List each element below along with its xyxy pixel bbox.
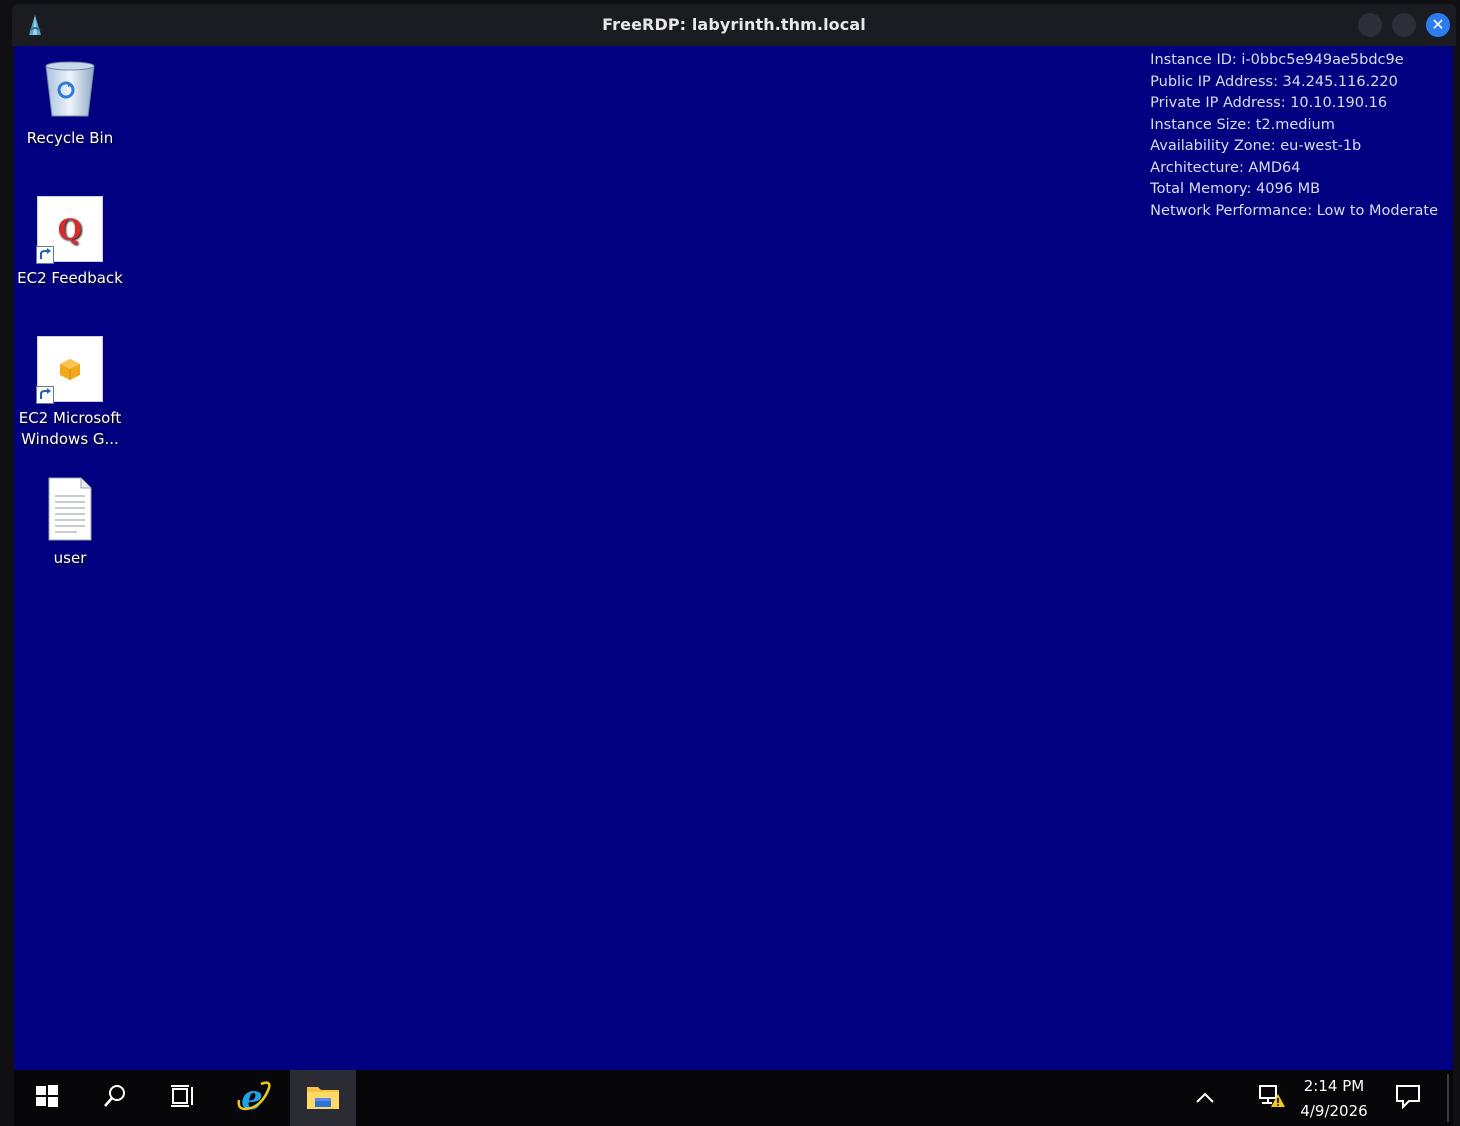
internet-explorer-icon: e xyxy=(235,1078,271,1118)
taskbar-clock[interactable]: 2:14 PM 4/9/2026 xyxy=(1284,1074,1384,1124)
text-document-icon xyxy=(37,476,103,542)
desktop-icon-label: EC2 Microsoft Windows G... xyxy=(18,409,122,448)
desktop-icon-recycle-bin[interactable]: Recycle Bin xyxy=(14,56,126,149)
action-center-button[interactable] xyxy=(1390,1070,1426,1126)
chevron-up-icon xyxy=(1195,1089,1215,1108)
desktop-icon-label: EC2 Feedback xyxy=(17,269,123,287)
instance-info-line: Instance Size: t2.medium xyxy=(1150,116,1335,133)
desktop-icon-ec2-windows-guide[interactable]: EC2 Microsoft Windows G... xyxy=(14,336,126,450)
show-desktop-button[interactable] xyxy=(1447,1074,1449,1122)
task-view-button[interactable] xyxy=(150,1070,216,1126)
instance-info-line: Private IP Address: 10.10.190.16 xyxy=(1150,95,1388,111)
remote-desktop[interactable]: Recycle Bin Q EC2 Feedback EC2 Microsoft… xyxy=(14,46,1453,1070)
instance-info-line: Instance ID: i-0bbc5e949ae5bdc9e xyxy=(1150,52,1404,68)
start-button[interactable] xyxy=(14,1070,80,1126)
desktop-icon-user[interactable]: user xyxy=(14,476,126,569)
taskbar-file-explorer[interactable] xyxy=(290,1070,356,1126)
instance-info-line: Total Memory: 4096 MB xyxy=(1150,181,1321,197)
shortcut-arrow-icon xyxy=(36,386,54,404)
show-hidden-icons-button[interactable] xyxy=(1188,1070,1222,1126)
maximize-button[interactable] xyxy=(1392,13,1416,37)
task-view-icon xyxy=(170,1083,196,1113)
network-warning-icon xyxy=(1258,1083,1286,1113)
freerdp-window: FreeRDP: labyrinth.thm.local ✕ Recycle B… xyxy=(0,0,1460,1126)
search-button[interactable] xyxy=(82,1070,148,1126)
taskbar: e 2:14 PM 4/9/2026 xyxy=(14,1070,1453,1126)
notification-icon xyxy=(1395,1083,1421,1113)
clock-time: 2:14 PM xyxy=(1303,1077,1365,1095)
ec2-windows-guide-icon xyxy=(36,336,103,404)
folder-icon xyxy=(306,1081,340,1115)
desktop-icon-label: user xyxy=(53,549,87,567)
close-icon: ✕ xyxy=(1431,15,1445,34)
desktop-icon-label: Recycle Bin xyxy=(26,129,114,147)
instance-info-line: Architecture: AMD64 xyxy=(1150,159,1301,176)
svg-text:Q: Q xyxy=(58,213,82,246)
instance-info-line: Public IP Address: 34.245.116.220 xyxy=(1150,73,1398,90)
recycle-bin-icon xyxy=(37,56,103,122)
ec2-feedback-icon: Q xyxy=(36,196,103,264)
instance-info: Instance ID: i-0bbc5e949ae5bdc9e Public … xyxy=(1150,50,1438,222)
shortcut-arrow-icon xyxy=(36,246,54,264)
instance-info-line: Availability Zone: eu-west-1b xyxy=(1150,138,1362,154)
search-icon xyxy=(102,1083,128,1113)
clock-date: 4/9/2026 xyxy=(1300,1102,1368,1120)
minimize-button[interactable] xyxy=(1358,13,1382,37)
desktop-icon-ec2-feedback[interactable]: Q EC2 Feedback xyxy=(14,196,126,289)
window-title: FreeRDP: labyrinth.thm.local xyxy=(602,15,866,34)
windows-logo-icon xyxy=(35,1084,59,1112)
ec2-windows-guide-tile xyxy=(36,336,103,404)
taskbar-internet-explorer[interactable]: e xyxy=(220,1070,286,1126)
window-titlebar[interactable]: FreeRDP: labyrinth.thm.local ✕ xyxy=(12,4,1456,46)
instance-info-line: Network Performance: Low to Moderate xyxy=(1150,202,1438,219)
close-button[interactable]: ✕ xyxy=(1426,13,1450,37)
ec2-feedback-tile: Q xyxy=(36,196,103,264)
